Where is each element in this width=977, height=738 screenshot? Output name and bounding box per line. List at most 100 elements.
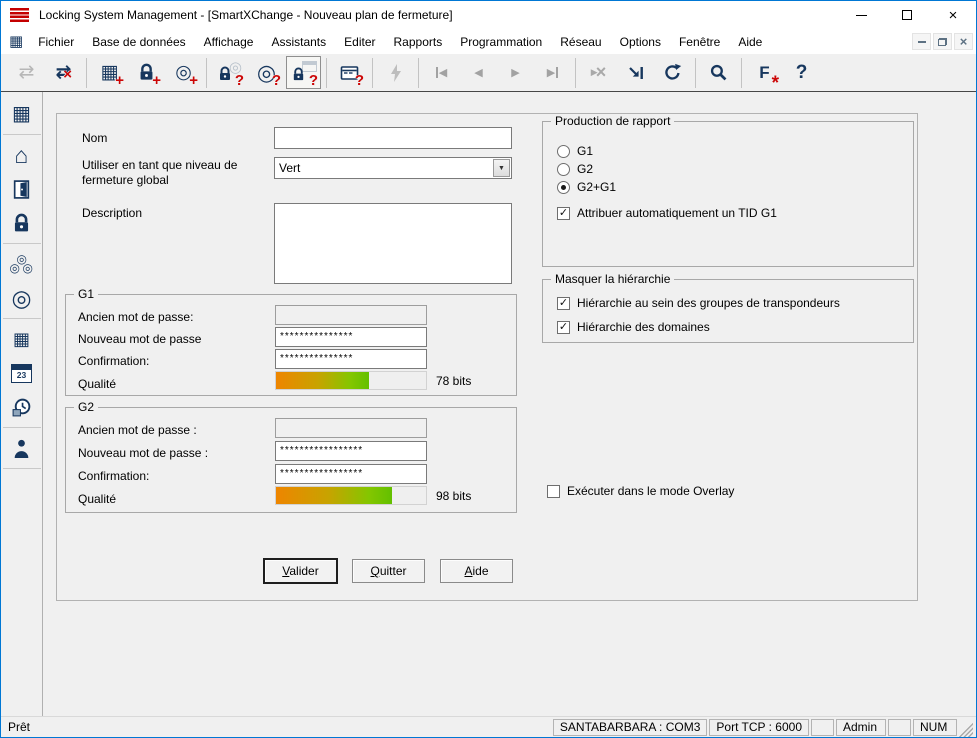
read-lock-network-button[interactable]: ? — [286, 56, 321, 89]
new-lock-button[interactable]: + — [129, 56, 164, 89]
status-empty-cell-2 — [888, 719, 911, 736]
read-lock-button[interactable]: ◎ ? — [212, 56, 247, 89]
radio-g1[interactable]: G1 — [557, 144, 593, 158]
goto-record-icon — [627, 64, 645, 82]
combo-arrow-button[interactable]: ▼ — [493, 159, 510, 177]
description-label: Description — [82, 206, 142, 220]
cancel-record-button[interactable]: ▶ × — [581, 56, 616, 89]
refresh-button[interactable] — [655, 56, 690, 89]
close-button[interactable]: × — [930, 1, 976, 29]
goto-record-button[interactable] — [618, 56, 653, 89]
sidebar-transponder-button[interactable]: ◎ — [5, 282, 38, 314]
mdi-minimize-icon — [918, 41, 926, 43]
sidebar-time-zones-button[interactable] — [5, 391, 38, 423]
valider-button[interactable]: Valider — [264, 559, 337, 583]
menu-affichage[interactable]: Affichage — [195, 32, 263, 52]
hierarchy-groups-checkbox[interactable]: ✓ Hiérarchie au sein des groupes de tran… — [557, 296, 840, 310]
sidebar-transponder-groups-button[interactable]: ◎◎◎ — [5, 248, 38, 280]
radio-icon — [557, 181, 570, 194]
g1-quality-progressbar — [275, 371, 427, 390]
status-user-cell: Admin — [836, 719, 886, 736]
plus-badge-icon: + — [152, 74, 161, 87]
g1-old-password-label: Ancien mot de passe: — [78, 310, 193, 324]
program-flash-button[interactable] — [378, 56, 413, 89]
mdi-child-icon: ▦ — [9, 34, 23, 49]
menu-base-de-donnees[interactable]: Base de données — [83, 32, 194, 52]
g1-confirm-input[interactable] — [275, 349, 427, 369]
sidebar-matrix-view-button[interactable]: ▦ — [5, 323, 38, 355]
first-record-icon: ◀ — [436, 66, 447, 79]
disconnect-button[interactable]: ⇄ × — [46, 56, 81, 89]
menu-options[interactable]: Options — [611, 32, 670, 52]
name-input[interactable] — [274, 127, 512, 149]
radio-g2g1[interactable]: G2+G1 — [557, 180, 616, 194]
global-level-select[interactable]: Vert ▼ — [274, 157, 512, 179]
hierarchy-domains-checkbox[interactable]: ✓ Hiérarchie des domaines — [557, 320, 710, 334]
checkbox-icon: ✓ — [557, 207, 570, 220]
minimize-button[interactable] — [838, 1, 884, 29]
g1-legend: G1 — [74, 287, 98, 301]
sidebar-door-button[interactable] — [5, 173, 38, 205]
close-icon: × — [949, 8, 958, 23]
sidebar-building-button[interactable]: ⌂ — [5, 139, 38, 171]
menu-assistants[interactable]: Assistants — [262, 32, 335, 52]
connect-button[interactable]: ⇄ — [9, 56, 44, 89]
new-transponder-button[interactable]: ◎ + — [166, 56, 201, 89]
mdi-close-button[interactable]: × — [954, 33, 973, 50]
g1-quality-label: Qualité — [78, 377, 116, 391]
quitter-button[interactable]: Quitter — [352, 559, 425, 583]
question-badge-icon: ? — [309, 74, 318, 87]
global-level-value: Vert — [275, 161, 492, 175]
lightning-icon — [388, 63, 404, 83]
last-record-button[interactable]: ▶ — [535, 56, 570, 89]
help-icon: ? — [796, 63, 808, 83]
plus-badge-icon: + — [189, 74, 198, 87]
test-smart-output-button[interactable]: ? — [332, 56, 367, 89]
g2-confirm-label: Confirmation: — [78, 469, 149, 483]
new-locking-system-button[interactable]: ▦ + — [92, 56, 127, 89]
tid-checkbox[interactable]: ✓ Attribuer automatiquement un TID G1 — [557, 206, 777, 220]
g2-old-password-input — [275, 418, 427, 438]
sidebar-calendar-button[interactable]: 23 — [5, 357, 38, 389]
sidebar-matrix-button[interactable]: ▦ — [5, 98, 38, 130]
menu-reseau[interactable]: Réseau — [551, 32, 610, 52]
mdi-restore-button[interactable] — [933, 33, 952, 50]
menu-editer[interactable]: Editer — [335, 32, 384, 52]
menu-rapports[interactable]: Rapports — [385, 32, 452, 52]
sidebar-person-button[interactable] — [5, 432, 38, 464]
description-textarea[interactable] — [274, 203, 512, 284]
toolbar: ⇄ ⇄ × ▦ + + ◎ + ◎ ? ◎ ? ? ? ◀ ◀ ▶ ▶ — [1, 54, 976, 92]
maximize-button[interactable] — [884, 1, 930, 29]
disconnect-x-icon: × — [63, 68, 72, 81]
question-badge-icon: ? — [272, 74, 281, 87]
radio-g2-label: G2 — [577, 162, 593, 176]
resize-grip[interactable] — [959, 723, 973, 737]
menu-programmation[interactable]: Programmation — [451, 32, 551, 52]
g2-new-password-input[interactable] — [275, 441, 427, 461]
g2-quality-bits: 98 bits — [436, 489, 471, 503]
overlay-checkbox[interactable]: ✓ Exécuter dans le mode Overlay — [547, 484, 734, 498]
refresh-icon — [663, 63, 682, 82]
hierarchy-groups-label: Hiérarchie au sein des groupes de transp… — [577, 296, 840, 310]
sidebar-lock-button[interactable] — [5, 207, 38, 239]
first-record-button[interactable]: ◀ — [424, 56, 459, 89]
menu-aide[interactable]: Aide — [729, 32, 771, 52]
help-button[interactable]: ? — [784, 56, 819, 89]
radio-g2[interactable]: G2 — [557, 162, 593, 176]
g1-new-password-input[interactable] — [275, 327, 427, 347]
connect-icon: ⇄ — [19, 63, 35, 83]
mdi-minimize-button[interactable] — [912, 33, 931, 50]
aide-button[interactable]: Aide — [440, 559, 513, 583]
g1-confirm-label: Confirmation: — [78, 354, 149, 368]
name-label: Nom — [82, 131, 107, 145]
search-button[interactable] — [701, 56, 736, 89]
g2-confirm-input[interactable] — [275, 464, 427, 484]
menu-fichier[interactable]: Fichier — [29, 32, 83, 52]
previous-record-button[interactable]: ◀ — [461, 56, 496, 89]
search-icon — [709, 63, 728, 82]
next-record-button[interactable]: ▶ — [498, 56, 533, 89]
filter-options-button[interactable]: F * — [747, 56, 782, 89]
menu-fenetre[interactable]: Fenêtre — [670, 32, 729, 52]
sidebar: ▦ ⌂ ◎◎◎ ◎ ▦ 23 — [1, 92, 43, 716]
read-transponder-button[interactable]: ◎ ? — [249, 56, 284, 89]
